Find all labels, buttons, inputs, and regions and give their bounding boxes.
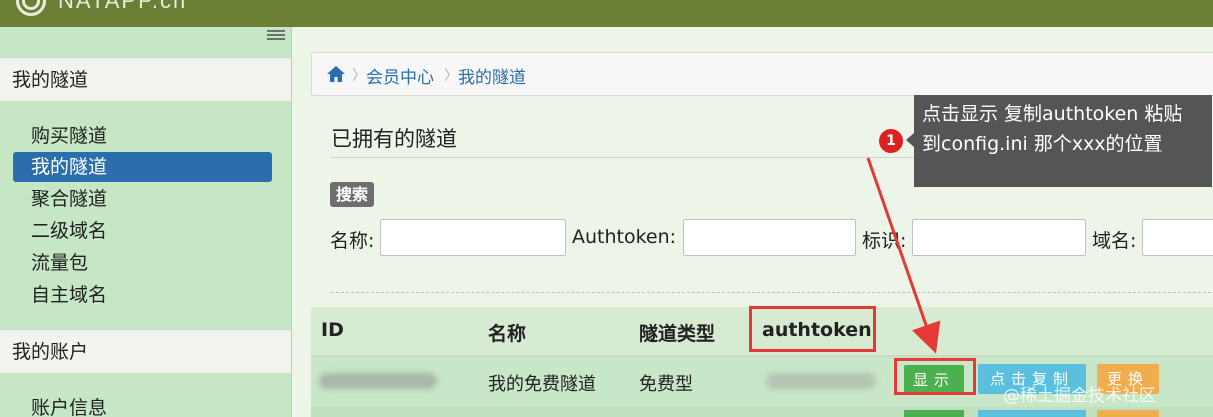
sidebar-item-account-info[interactable]: 账户信息 [13,393,272,417]
breadcrumb: 〉 会员中心 〉 我的隧道 [311,52,1213,96]
name-label: 名称: [330,230,375,252]
domain-input[interactable] [1142,219,1213,256]
watermark: @稀土掘金技术社区 [1003,386,1156,406]
breadcrumb-separator-icon: 〉 [444,68,458,84]
main-content: 〉 会员中心 〉 我的隧道 已拥有的隧道 搜索 名称: Authtoken: 标… [292,27,1213,417]
show-button-partial[interactable] [904,410,964,417]
column-header-type: 隧道类型 [639,323,716,345]
sidebar-item-aggregate-tunnel[interactable]: 聚合隧道 [13,184,272,214]
logo-text: NATAPP.cn [58,0,188,13]
tooltip-pointer-icon [906,133,914,147]
instruction-tooltip: 点击显示 复制authtoken 粘贴 到config.ini 那个xxx的位置 [914,95,1212,187]
sidebar-item-traffic-pack[interactable]: 流量包 [13,248,272,278]
sidebar-item-my-tunnels[interactable]: 我的隧道 [13,152,272,182]
search-badge: 搜索 [330,182,375,207]
redacted-authtoken [766,373,876,389]
authtoken-highlight-box [749,306,876,352]
column-header-name: 名称 [488,323,527,345]
breadcrumb-member-center[interactable]: 会员中心 [366,63,434,88]
row-name: 我的免费隧道 [488,374,596,395]
logo-icon [16,0,46,16]
table-row [311,407,1213,417]
sidebar-item-subdomain[interactable]: 二级域名 [13,216,272,246]
authtoken-input[interactable] [683,219,856,256]
divider [331,292,1211,293]
tooltip-line-2: 到config.ini 那个xxx的位置 [922,133,1163,155]
authtoken-label: Authtoken: [572,226,677,248]
name-input[interactable] [380,219,566,256]
change-button-partial[interactable] [1097,410,1159,417]
page-title: 已拥有的隧道 [331,127,457,151]
step-number-badge: 1 [879,129,903,153]
sidebar-section-account[interactable]: 我的账户 [0,329,291,374]
redacted-id [319,373,437,389]
column-header-id: ID [321,319,344,341]
home-icon[interactable] [326,65,346,83]
show-button-highlight-box [894,358,976,395]
breadcrumb-separator-icon: 〉 [352,68,366,84]
tooltip-line-1: 点击显示 复制authtoken 粘贴 [922,103,1183,125]
row-type: 免费型 [639,374,693,395]
sidebar-section-tunnels[interactable]: 我的隧道 [0,57,291,102]
sidebar-item-buy-tunnel[interactable]: 购买隧道 [13,121,272,151]
sidebar-item-custom-domain[interactable]: 自主域名 [13,280,272,310]
top-bar: NATAPP.cn [0,0,1213,27]
sidebar: 我的隧道 购买隧道 我的隧道 聚合隧道 二级域名 流量包 自主域名 我的账户 账… [0,27,292,417]
copy-button-partial[interactable] [978,410,1086,417]
domain-label: 域名: [1092,230,1137,252]
collapse-sidebar-icon[interactable] [267,30,285,42]
breadcrumb-my-tunnels[interactable]: 我的隧道 [458,63,526,88]
